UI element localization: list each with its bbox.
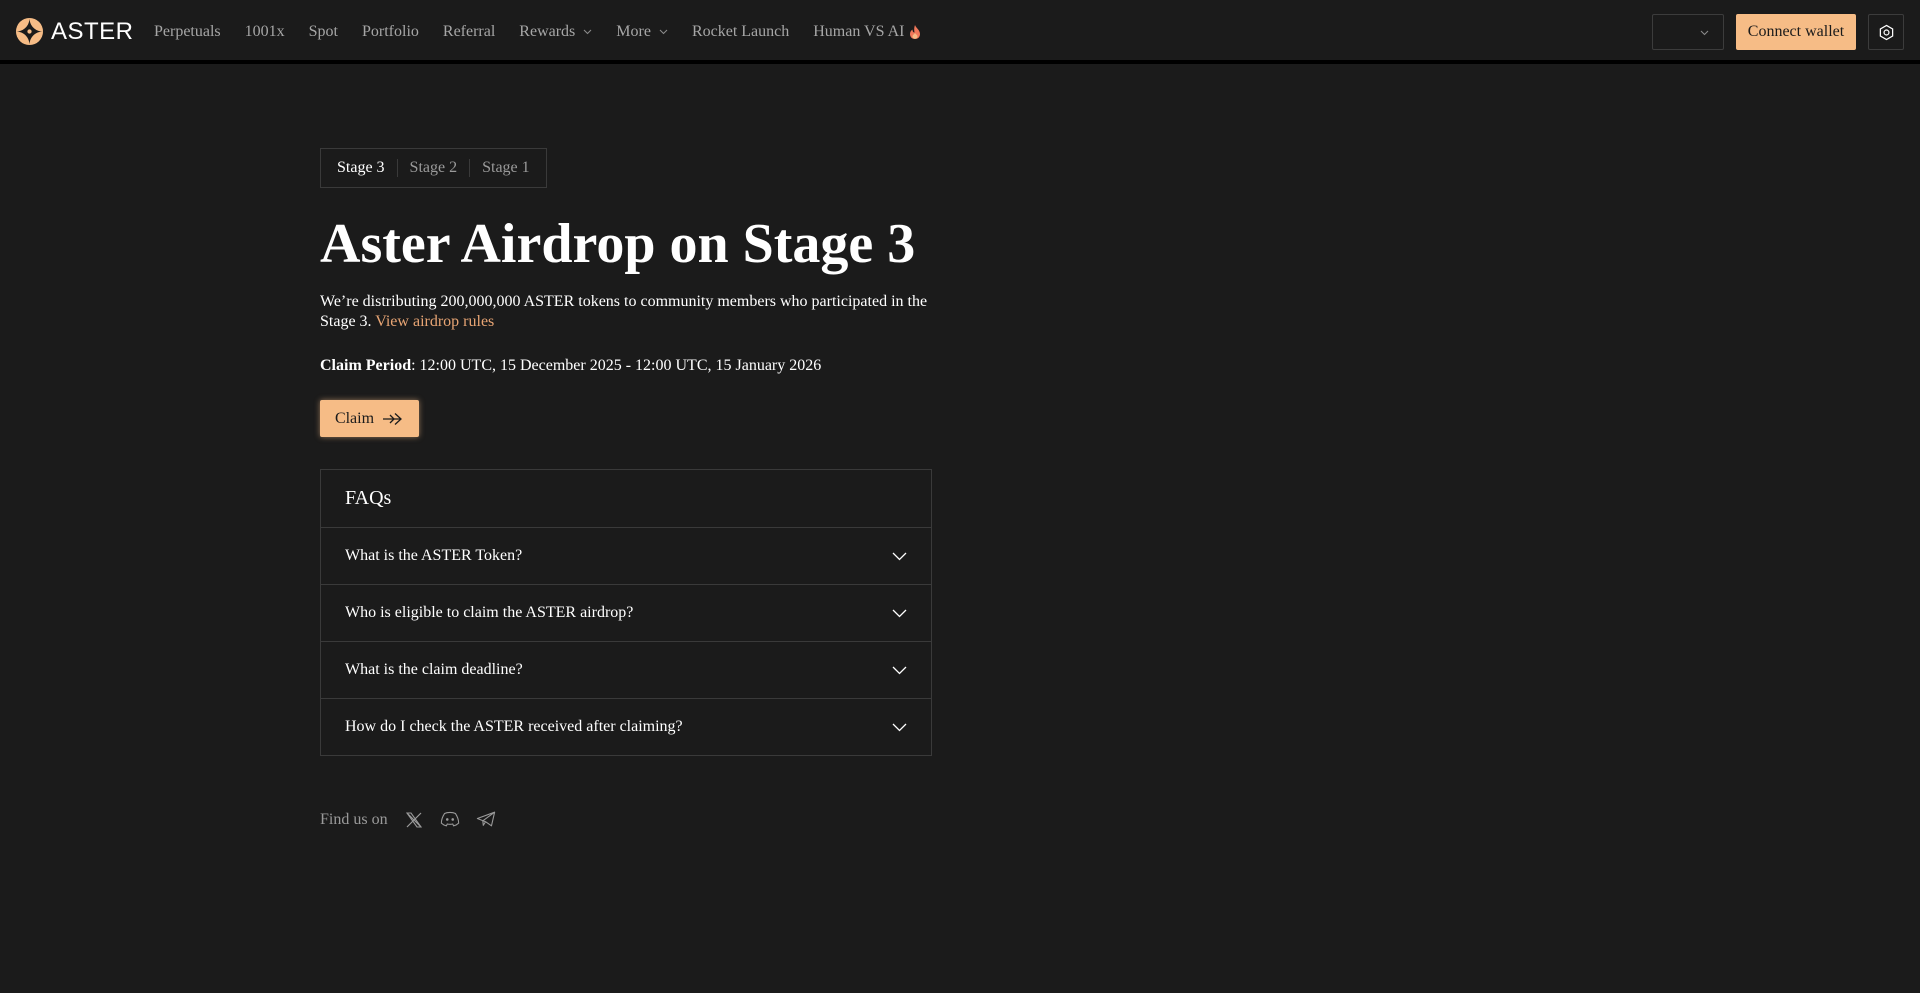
brand-logo[interactable]: ASTER [15, 17, 134, 46]
nav-referral[interactable]: Referral [443, 23, 495, 41]
chevron-down-icon [892, 552, 907, 560]
chevron-down-icon [892, 609, 907, 617]
nav-label: Perpetuals [154, 23, 221, 40]
nav-spot[interactable]: Spot [309, 23, 338, 41]
tab-stage-2[interactable]: Stage 2 [410, 159, 458, 177]
chevron-down-icon [659, 29, 668, 35]
nav-label: Human VS AI [813, 23, 905, 40]
airdrop-description: We’re distributing 200,000,000 ASTER tok… [320, 292, 932, 332]
nav-label: Rewards [519, 23, 576, 40]
nav-rewards[interactable]: Rewards [519, 23, 592, 41]
stage-tabs: Stage 3 Stage 2 Stage 1 [320, 148, 547, 188]
aster-logo-icon [15, 17, 44, 46]
nav-portfolio[interactable]: Portfolio [362, 23, 419, 41]
discord-icon[interactable] [440, 810, 460, 830]
tab-stage-3[interactable]: Stage 3 [337, 159, 385, 177]
connect-wallet-button[interactable]: Connect wallet [1736, 14, 1856, 50]
faq-item[interactable]: How do I check the ASTER received after … [321, 698, 931, 755]
claim-period-label: Claim Period [320, 357, 412, 374]
tab-divider [396, 159, 398, 177]
tab-divider [469, 159, 471, 177]
brand-name: ASTER [51, 17, 134, 45]
faq-question: What is the ASTER Token? [345, 547, 523, 564]
chevron-down-icon [583, 29, 592, 35]
claim-period-value: : 12:00 UTC, 15 December 2025 - 12:00 UT… [411, 357, 822, 374]
settings-button[interactable] [1868, 14, 1904, 50]
nav-human-vs-ai[interactable]: Human VS AI [813, 23, 920, 41]
faq-question: What is the claim deadline? [345, 661, 523, 678]
chevron-down-icon [892, 723, 907, 731]
faq-title: FAQs [345, 487, 392, 509]
settings-icon [1879, 24, 1893, 40]
top-navigation: ASTER Perpetuals 1001x Spot Portfolio Re… [0, 0, 1920, 64]
nav-label: Referral [442, 23, 496, 40]
page-title: Aster Airdrop on Stage 3 [320, 213, 916, 275]
nav-label: More [616, 23, 651, 40]
nav-1001x[interactable]: 1001x [245, 23, 285, 41]
airdrop-main: Stage 3 Stage 2 Stage 1 Aster Airdrop on… [320, 148, 932, 830]
nav-label: Spot [308, 23, 338, 40]
faq-item[interactable]: What is the ASTER Token? [321, 527, 931, 584]
faq-question: Who is eligible to claim the ASTER airdr… [345, 604, 634, 621]
nav-label: Portfolio [362, 23, 419, 40]
social-links: Find us on [320, 810, 932, 830]
nav-perpetuals[interactable]: Perpetuals [154, 23, 221, 41]
chevron-down-icon [892, 666, 907, 674]
nav-more[interactable]: More [616, 23, 668, 41]
main-nav: Perpetuals 1001x Spot Portfolio Referral… [154, 0, 945, 64]
find-us-label: Find us on [320, 811, 388, 828]
claim-label: Claim [334, 409, 375, 427]
claim-button[interactable]: Claim [320, 400, 419, 437]
faq-item[interactable]: What is the claim deadline? [321, 641, 931, 698]
chevron-down-icon [1700, 30, 1709, 36]
fire-icon [909, 25, 920, 39]
tab-stage-1[interactable]: Stage 1 [482, 159, 530, 177]
faq-section: FAQs What is the ASTER Token? Who is eli… [320, 469, 932, 756]
x-icon[interactable] [404, 810, 424, 830]
telegram-icon[interactable] [476, 810, 496, 830]
nav-label: 1001x [244, 23, 285, 40]
network-select[interactable] [1652, 14, 1724, 50]
nav-label: Rocket Launch [691, 23, 790, 40]
nav-rocket-launch[interactable]: Rocket Launch [692, 23, 789, 41]
arrow-right-icon [383, 412, 403, 425]
faq-question: How do I check the ASTER received after … [345, 718, 683, 735]
faq-item[interactable]: Who is eligible to claim the ASTER airdr… [321, 584, 931, 641]
claim-period: Claim Period: 12:00 UTC, 15 December 202… [320, 356, 932, 376]
view-rules-link[interactable]: View airdrop rules [375, 313, 494, 330]
